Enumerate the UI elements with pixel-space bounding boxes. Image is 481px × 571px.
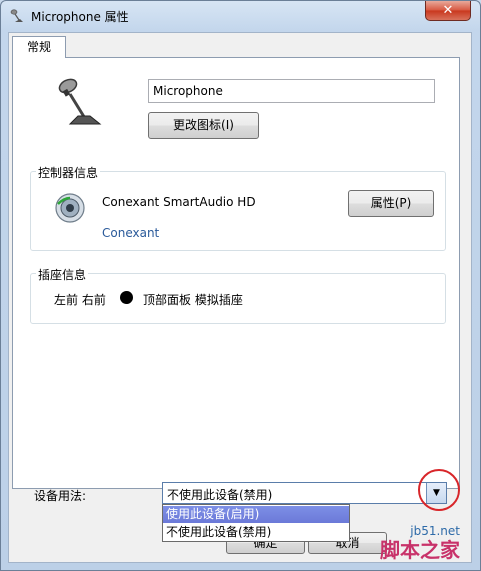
jack-info-legend: 插座信息 (36, 266, 89, 283)
jack-position: 左前 右前 (54, 293, 106, 307)
device-usage-selected: 不使用此设备(禁用) (167, 488, 273, 502)
annotation-circle (418, 469, 460, 511)
watermark-url: jb51.net (410, 524, 460, 538)
controller-vendor: Conexant (102, 226, 160, 240)
device-usage-select[interactable]: 不使用此设备(禁用) ▼ (162, 482, 447, 504)
microphone-stand-icon (58, 78, 102, 125)
controller-info-legend: 控制器信息 (36, 164, 101, 181)
device-usage-dropdown: 使用此设备(启用) 不使用此设备(禁用) (162, 504, 350, 542)
watermark-name: 脚本之家 (380, 538, 460, 562)
site-watermark: jb51.net 脚本之家 (380, 524, 460, 562)
controller-name: Conexant SmartAudio HD (102, 195, 256, 209)
jack-description: 顶部面板 模拟插座 (143, 293, 243, 307)
dropdown-option-enable[interactable]: 使用此设备(启用) (163, 506, 349, 523)
jack-color-dot (120, 291, 133, 304)
device-name-input[interactable] (148, 79, 435, 103)
change-icon-button[interactable]: 更改图标(I) (148, 112, 259, 139)
close-button[interactable]: ✕ (425, 1, 471, 21)
tab-general[interactable]: 常规 (12, 36, 66, 58)
properties-button[interactable]: 属性(P) (348, 190, 434, 217)
device-usage-label: 设备用法: (34, 489, 87, 503)
window-title: Microphone 属性 (31, 10, 129, 24)
microphone-icon (10, 9, 23, 22)
title-bar[interactable]: Microphone 属性 (1, 1, 480, 31)
dropdown-option-disable[interactable]: 不使用此设备(禁用) (163, 524, 349, 541)
speaker-icon (55, 193, 85, 223)
